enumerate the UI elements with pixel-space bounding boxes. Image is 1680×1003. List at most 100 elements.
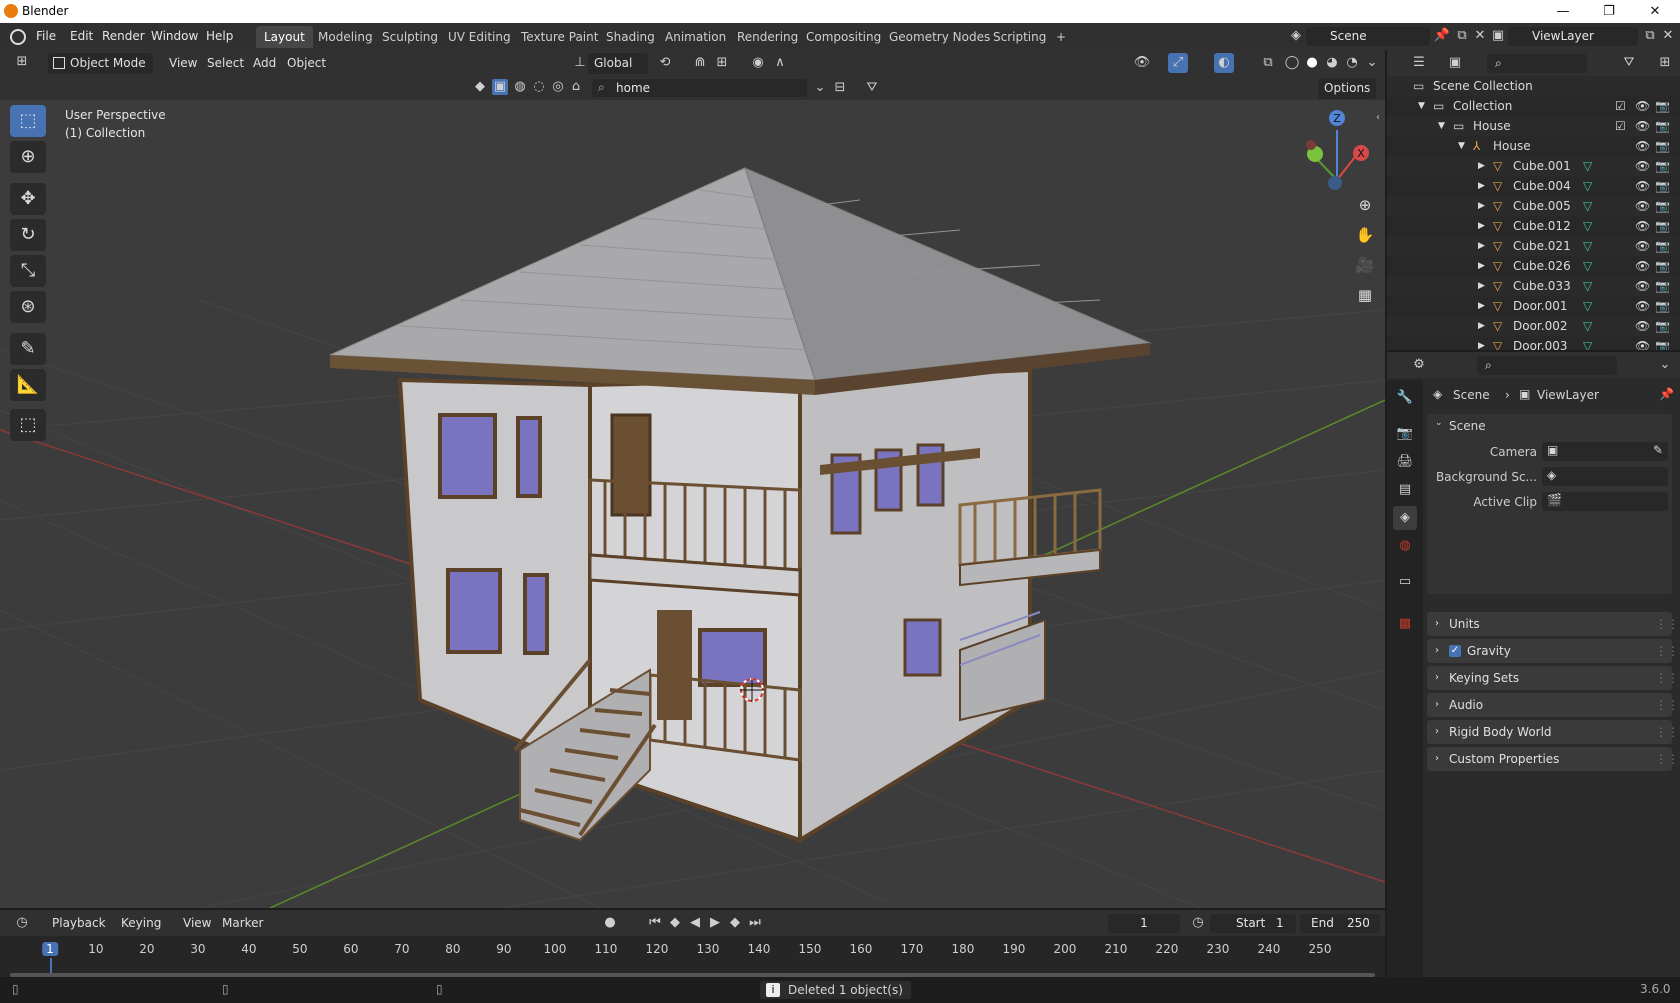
annotate-tool-icon[interactable]: ✎	[10, 333, 46, 365]
xray-toggle-icon[interactable]: ⧉	[1258, 53, 1278, 73]
mesh-data-icon[interactable]: ▽	[1583, 316, 1592, 336]
expand-arrow-icon[interactable]: ›	[1435, 612, 1439, 636]
properties-section-audio[interactable]: › Audio ⋮⋮	[1427, 693, 1679, 717]
transform-orientation-dropdown[interactable]: Global	[588, 53, 648, 74]
filter-light-icon[interactable]: ◌	[531, 79, 547, 95]
outliner-row-object[interactable]: ▶ ▽ Cube.033 ▽ 👁 📷	[1387, 276, 1680, 296]
eyedropper-icon[interactable]: ✎	[1653, 443, 1663, 457]
timeline-menu-view[interactable]: View	[177, 913, 217, 934]
visibility-eye-icon[interactable]: 👁	[1635, 116, 1650, 136]
snap-icon[interactable]: ⋒	[690, 53, 710, 73]
tab-geometry-nodes[interactable]: Geometry Nodes	[881, 26, 998, 48]
expand-arrow-icon[interactable]: ▼	[1458, 136, 1465, 156]
visibility-eye-icon[interactable]: 👁	[1635, 156, 1650, 176]
expand-arrow-icon[interactable]: ›	[1435, 747, 1439, 771]
playhead-frame-label[interactable]: 1	[42, 942, 58, 956]
render-camera-icon[interactable]: 📷	[1655, 256, 1670, 276]
viewport-menu-add[interactable]: Add	[247, 53, 282, 74]
auto-keying-icon[interactable]: ●	[600, 913, 620, 933]
gizmo-toggle-icon[interactable]: ⤢	[1168, 53, 1188, 73]
timeline-menu-marker[interactable]: Marker	[216, 913, 269, 934]
expand-arrow-icon[interactable]: ▶	[1478, 316, 1485, 336]
transform-tool-icon[interactable]: ⊛	[10, 291, 46, 323]
jump-start-icon[interactable]: ⏮	[645, 913, 665, 933]
expand-arrow-icon[interactable]: ▶	[1478, 336, 1485, 350]
tab-shading[interactable]: Shading	[598, 26, 663, 48]
render-camera-icon[interactable]: 📷	[1655, 116, 1670, 136]
sidebar-toggle-icon[interactable]: ‹	[1376, 112, 1380, 123]
filter-other-icon[interactable]: ⌂	[568, 79, 584, 95]
close-button[interactable]: ✕	[1632, 2, 1678, 21]
search-dropdown-icon[interactable]: ⌄	[810, 78, 830, 98]
shading-wireframe-icon[interactable]: ◯	[1282, 53, 1302, 73]
gizmo-negx-icon[interactable]	[1306, 140, 1316, 150]
visibility-eye-icon[interactable]: 👁	[1635, 316, 1650, 336]
mesh-data-icon[interactable]: ▽	[1583, 196, 1592, 216]
gravity-checkbox[interactable]: ✓	[1449, 645, 1461, 657]
visibility-eye-icon[interactable]: 👁	[1635, 336, 1650, 350]
options-dropdown[interactable]: Options	[1318, 78, 1377, 99]
drag-handle-icon[interactable]: ⋮⋮	[1655, 639, 1679, 663]
render-camera-icon[interactable]: 📷	[1655, 176, 1670, 196]
mesh-data-icon[interactable]: ▽	[1583, 176, 1592, 196]
timeline-editor-type-icon[interactable]: ◷	[12, 913, 32, 933]
shading-options-icon[interactable]: ⌄	[1362, 53, 1382, 73]
play-icon[interactable]: ▶	[705, 913, 725, 933]
expand-arrow-icon[interactable]: ▶	[1478, 176, 1485, 196]
background-scene-field[interactable]	[1542, 467, 1668, 486]
mesh-data-icon[interactable]: ▽	[1583, 216, 1592, 236]
exclude-checkbox-icon[interactable]: ☑	[1615, 116, 1626, 136]
navigation-gizmo[interactable]: Z X	[1306, 110, 1369, 190]
expand-arrow-icon[interactable]: ▶	[1478, 296, 1485, 316]
properties-section-custom-properties[interactable]: › Custom Properties ⋮⋮	[1427, 747, 1679, 771]
outliner-row-object[interactable]: ▶ ▽ Door.002 ▽ 👁 📷	[1387, 316, 1680, 336]
outliner-row-collection[interactable]: ▼ ▭ Collection ☑ 👁 📷	[1387, 96, 1680, 116]
blender-menu-icon[interactable]	[10, 29, 26, 45]
viewport-search-input[interactable]: home	[592, 79, 807, 97]
scene-name-field[interactable]: Scene	[1306, 27, 1430, 46]
visibility-eye-icon[interactable]: 👁	[1635, 196, 1650, 216]
house-model[interactable]	[329, 167, 1152, 844]
proportional-edit-icon[interactable]: ◉	[748, 53, 768, 73]
expand-arrow-icon[interactable]: ›	[1435, 693, 1439, 717]
render-camera-icon[interactable]: 📷	[1655, 136, 1670, 156]
properties-options-icon[interactable]: ⌄	[1655, 355, 1675, 375]
properties-section-units[interactable]: › Units ⋮⋮	[1427, 612, 1679, 636]
texture-tab-icon[interactable]: ▩	[1393, 612, 1417, 636]
minimize-button[interactable]: —	[1540, 2, 1586, 21]
mesh-data-icon[interactable]: ▽	[1583, 156, 1592, 176]
shading-rendered-icon[interactable]: ◔	[1342, 53, 1362, 73]
mesh-data-icon[interactable]: ▽	[1583, 296, 1592, 316]
scale-tool-icon[interactable]: ⤡	[10, 255, 46, 287]
ortho-grid-icon[interactable]: ▦	[1352, 282, 1378, 308]
timeline-menu-playback[interactable]: Playback	[46, 913, 112, 934]
rotate-tool-icon[interactable]: ↻	[10, 219, 46, 251]
menu-help[interactable]: Help	[198, 23, 241, 50]
drag-handle-icon[interactable]: ⋮⋮	[1655, 720, 1679, 744]
viewport-scene[interactable]: Z X	[0, 50, 1385, 908]
output-tab-icon[interactable]: 🖨	[1393, 450, 1417, 474]
expand-arrow-icon[interactable]: ▼	[1438, 116, 1445, 136]
current-frame-field[interactable]: 1	[1108, 914, 1180, 933]
tab-texture-paint[interactable]: Texture Paint	[513, 26, 606, 48]
expand-arrow-icon[interactable]: ▶	[1478, 276, 1485, 296]
expand-arrow-icon[interactable]: ▶	[1478, 196, 1485, 216]
render-camera-icon[interactable]: 📷	[1655, 196, 1670, 216]
menu-file[interactable]: File	[28, 23, 64, 50]
tab-layout[interactable]: Layout	[256, 26, 313, 48]
tab-sculpting[interactable]: Sculpting	[374, 26, 446, 48]
visibility-eye-icon[interactable]: 👁	[1635, 256, 1650, 276]
visibility-eye-icon[interactable]: 👁	[1635, 296, 1650, 316]
visibility-icon[interactable]: 👁	[1132, 53, 1152, 73]
scene-tab-icon[interactable]: ◈	[1393, 506, 1417, 530]
render-camera-icon[interactable]: 📷	[1655, 216, 1670, 236]
camera-field[interactable]	[1542, 442, 1668, 461]
expand-arrow-icon[interactable]: ▶	[1478, 156, 1485, 176]
outliner-row-scene-collection[interactable]: ▭ Scene Collection	[1387, 76, 1680, 96]
properties-section-keying-sets[interactable]: › Keying Sets ⋮⋮	[1427, 666, 1679, 690]
start-frame-field[interactable]: Start 1	[1210, 914, 1296, 933]
tab-scripting[interactable]: Scripting	[985, 26, 1054, 48]
viewport-menu-view[interactable]: View	[163, 53, 203, 74]
outliner-row-object[interactable]: ▶ ▽ Cube.012 ▽ 👁 📷	[1387, 216, 1680, 236]
exclude-checkbox-icon[interactable]: ☑	[1615, 96, 1626, 116]
